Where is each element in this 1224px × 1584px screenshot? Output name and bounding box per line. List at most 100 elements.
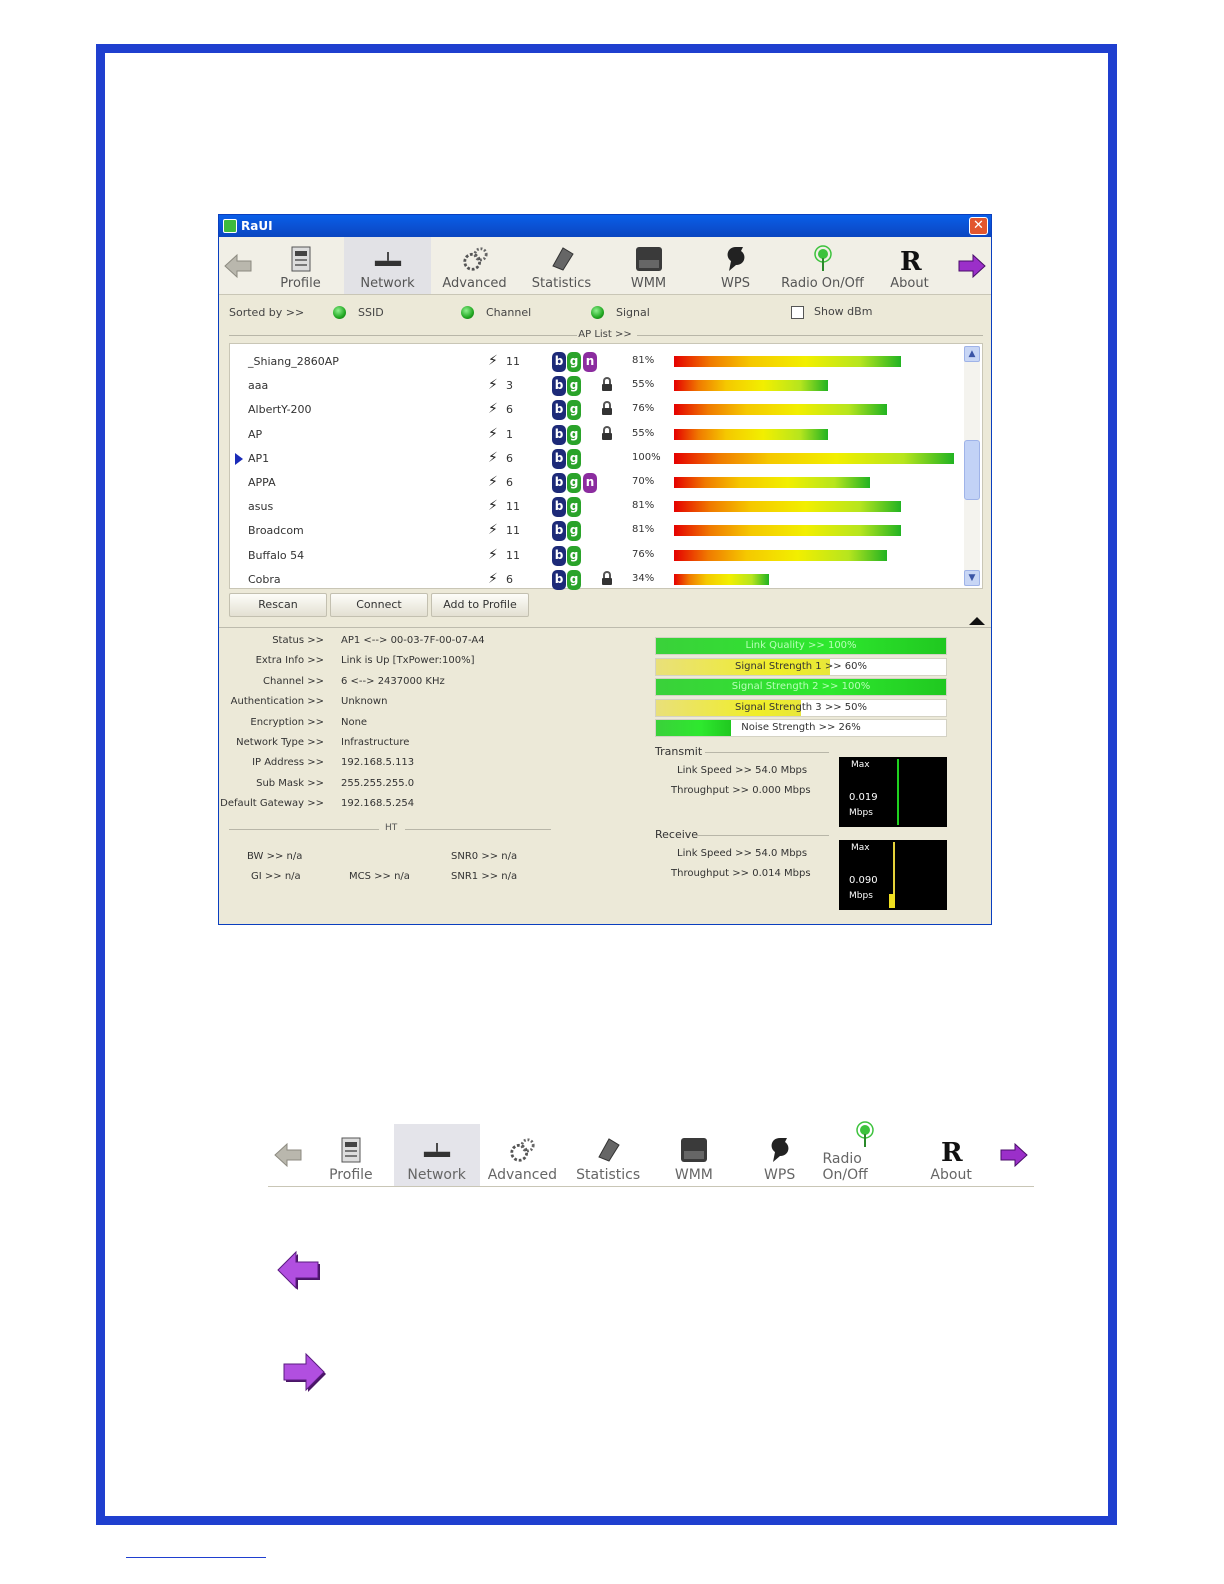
- mode-g-badge: g: [567, 448, 581, 469]
- graph-unit: Mbps: [849, 808, 873, 818]
- ap-list-row[interactable]: Buffalo 54 ⚡ 11 b g 76%: [230, 544, 966, 568]
- tab-statistics[interactable]: Statistics: [518, 237, 605, 294]
- mode-g-badge: g: [567, 521, 581, 542]
- tab-about[interactable]: R About: [866, 237, 953, 294]
- ap-list-row[interactable]: APPA ⚡ 6 b g n 70%: [230, 471, 966, 495]
- collapse-arrow-icon[interactable]: [969, 617, 985, 625]
- mode-g-badge: g: [567, 545, 581, 566]
- sort-channel-radio[interactable]: Channel: [461, 305, 591, 319]
- transmit-link-speed: Link Speed >> 54.0 Mbps: [677, 765, 808, 776]
- graph-unit: Mbps: [849, 891, 873, 901]
- next-page-arrow[interactable]: [280, 1352, 330, 1396]
- statistics-icon: [548, 244, 576, 274]
- ap-list-row[interactable]: _Shiang_2860AP ⚡ 11 b g n 81%: [230, 350, 966, 374]
- strip-back-button[interactable]: [268, 1124, 308, 1186]
- status-value: Infrastructure: [341, 737, 410, 748]
- show-dbm-checkbox[interactable]: Show dBm: [791, 305, 872, 319]
- connect-button[interactable]: Connect: [330, 593, 428, 617]
- app-icon: [223, 219, 237, 233]
- status-value: 192.168.5.254: [341, 798, 415, 810]
- tab-profile[interactable]: Profile: [257, 237, 344, 294]
- ap-signal: 76%: [632, 403, 655, 415]
- ap-signal: 81%: [632, 524, 655, 536]
- status-row: Authentication >> Unknown: [219, 696, 549, 712]
- status-row: Channel >> 6 <--> 2437000 KHz: [219, 676, 549, 692]
- tab-label: Statistics: [576, 1167, 641, 1183]
- sort-signal-radio[interactable]: Signal: [591, 305, 791, 319]
- tab-about[interactable]: R About: [908, 1124, 994, 1186]
- tab-label: WMM: [630, 276, 667, 291]
- ap-list-row[interactable]: asus ⚡ 11 b g 81%: [230, 495, 966, 519]
- strip-forward-button[interactable]: [994, 1124, 1034, 1186]
- tab-advanced[interactable]: Advanced: [431, 237, 518, 294]
- channel-icon: ⚡: [488, 546, 498, 563]
- signal-bar: [674, 525, 901, 537]
- ap-list-row[interactable]: Broadcom ⚡ 11 b g 81%: [230, 519, 966, 543]
- tab-network[interactable]: Network: [393, 1124, 480, 1186]
- ap-list-row[interactable]: aaa ⚡ 3 b g 55%: [230, 374, 966, 398]
- signal-meter: Signal Strength 1 >> 60%: [655, 657, 947, 676]
- radio-icon: [851, 1121, 879, 1149]
- tab-wps[interactable]: WPS: [692, 237, 779, 294]
- divider: [637, 335, 983, 336]
- rescan-button[interactable]: Rescan: [229, 593, 327, 617]
- tab-wmm[interactable]: WMM: [605, 237, 692, 294]
- mode-g-badge: g: [567, 497, 581, 518]
- ap-list-row[interactable]: AP1 ⚡ 6 b g 100%: [230, 447, 966, 471]
- lock-icon: [602, 401, 612, 416]
- tab-label: WPS: [764, 1167, 796, 1183]
- tab-wmm[interactable]: WMM: [651, 1124, 737, 1186]
- signal-bar: [674, 452, 954, 464]
- channel-icon: ⚡: [488, 522, 498, 539]
- ap-list-row[interactable]: AP ⚡ 1 b g 55%: [230, 423, 966, 447]
- ap-list-row[interactable]: AlbertY-200 ⚡ 6 b g 76%: [230, 398, 966, 422]
- signal-meter: Signal Strength 3 >> 50%: [655, 698, 947, 717]
- status-row: Status >> AP1 <--> 00-03-7F-00-07-A4: [219, 635, 549, 651]
- tab-radio-on-off[interactable]: Radio On/Off: [823, 1121, 909, 1186]
- mode-n-badge: n: [583, 352, 597, 372]
- divider: [697, 835, 829, 836]
- arrow-left-icon: [224, 253, 252, 278]
- wmm-icon: [635, 244, 663, 274]
- status-key: Channel >>: [263, 675, 324, 687]
- close-button[interactable]: ✕: [969, 217, 988, 235]
- mode-g-badge: g: [567, 569, 581, 590]
- ap-list-row[interactable]: Cobra ⚡ 6 b g 34%: [230, 568, 966, 592]
- tab-statistics[interactable]: Statistics: [565, 1124, 651, 1186]
- sort-ssid-radio[interactable]: SSID: [333, 305, 461, 319]
- mode-b-badge: b: [552, 400, 566, 421]
- scroll-down-icon[interactable]: ▼: [964, 570, 980, 586]
- tab-network[interactable]: Network: [344, 237, 431, 294]
- mode-n-badge: n: [583, 473, 597, 493]
- arrow-right-icon: [283, 1352, 326, 1392]
- mode-b-badge: b: [552, 448, 566, 469]
- tab-advanced[interactable]: Advanced: [480, 1124, 566, 1186]
- tab-wps[interactable]: WPS: [737, 1124, 823, 1186]
- wps-icon: [766, 1135, 794, 1165]
- previous-page-arrow[interactable]: [276, 1250, 326, 1294]
- scroll-up-icon[interactable]: ▲: [964, 346, 980, 362]
- tab-radio-on-off[interactable]: Radio On/Off: [779, 237, 866, 294]
- toolbar-back-button[interactable]: [219, 237, 257, 294]
- scroll-thumb[interactable]: [964, 440, 980, 500]
- add-to-profile-button[interactable]: Add to Profile: [431, 593, 529, 617]
- ap-signal: 34%: [632, 572, 655, 584]
- tab-profile[interactable]: Profile: [308, 1124, 394, 1186]
- ap-ssid: aaa: [248, 379, 269, 393]
- ap-list-scrollbar[interactable]: ▲ ▼: [964, 346, 980, 586]
- mode-b-badge: b: [552, 545, 566, 566]
- ap-signal: 76%: [632, 548, 655, 560]
- tab-label: Statistics: [531, 276, 592, 291]
- divider: [219, 627, 991, 628]
- ap-signal: 81%: [632, 500, 655, 512]
- toolbar-forward-button[interactable]: [953, 237, 991, 294]
- signal-bar: [674, 573, 770, 585]
- graph-value: 0.090: [849, 875, 878, 886]
- status-key: IP Address >>: [252, 757, 324, 769]
- status-key: Sub Mask >>: [256, 777, 324, 789]
- radio-icon: [333, 305, 346, 319]
- ht-snr0: SNR0 >> n/a: [451, 851, 518, 862]
- svg-text:R: R: [941, 1138, 963, 1164]
- tab-label: WMM: [674, 1167, 713, 1183]
- ap-ssid: AlbertY-200: [248, 403, 312, 417]
